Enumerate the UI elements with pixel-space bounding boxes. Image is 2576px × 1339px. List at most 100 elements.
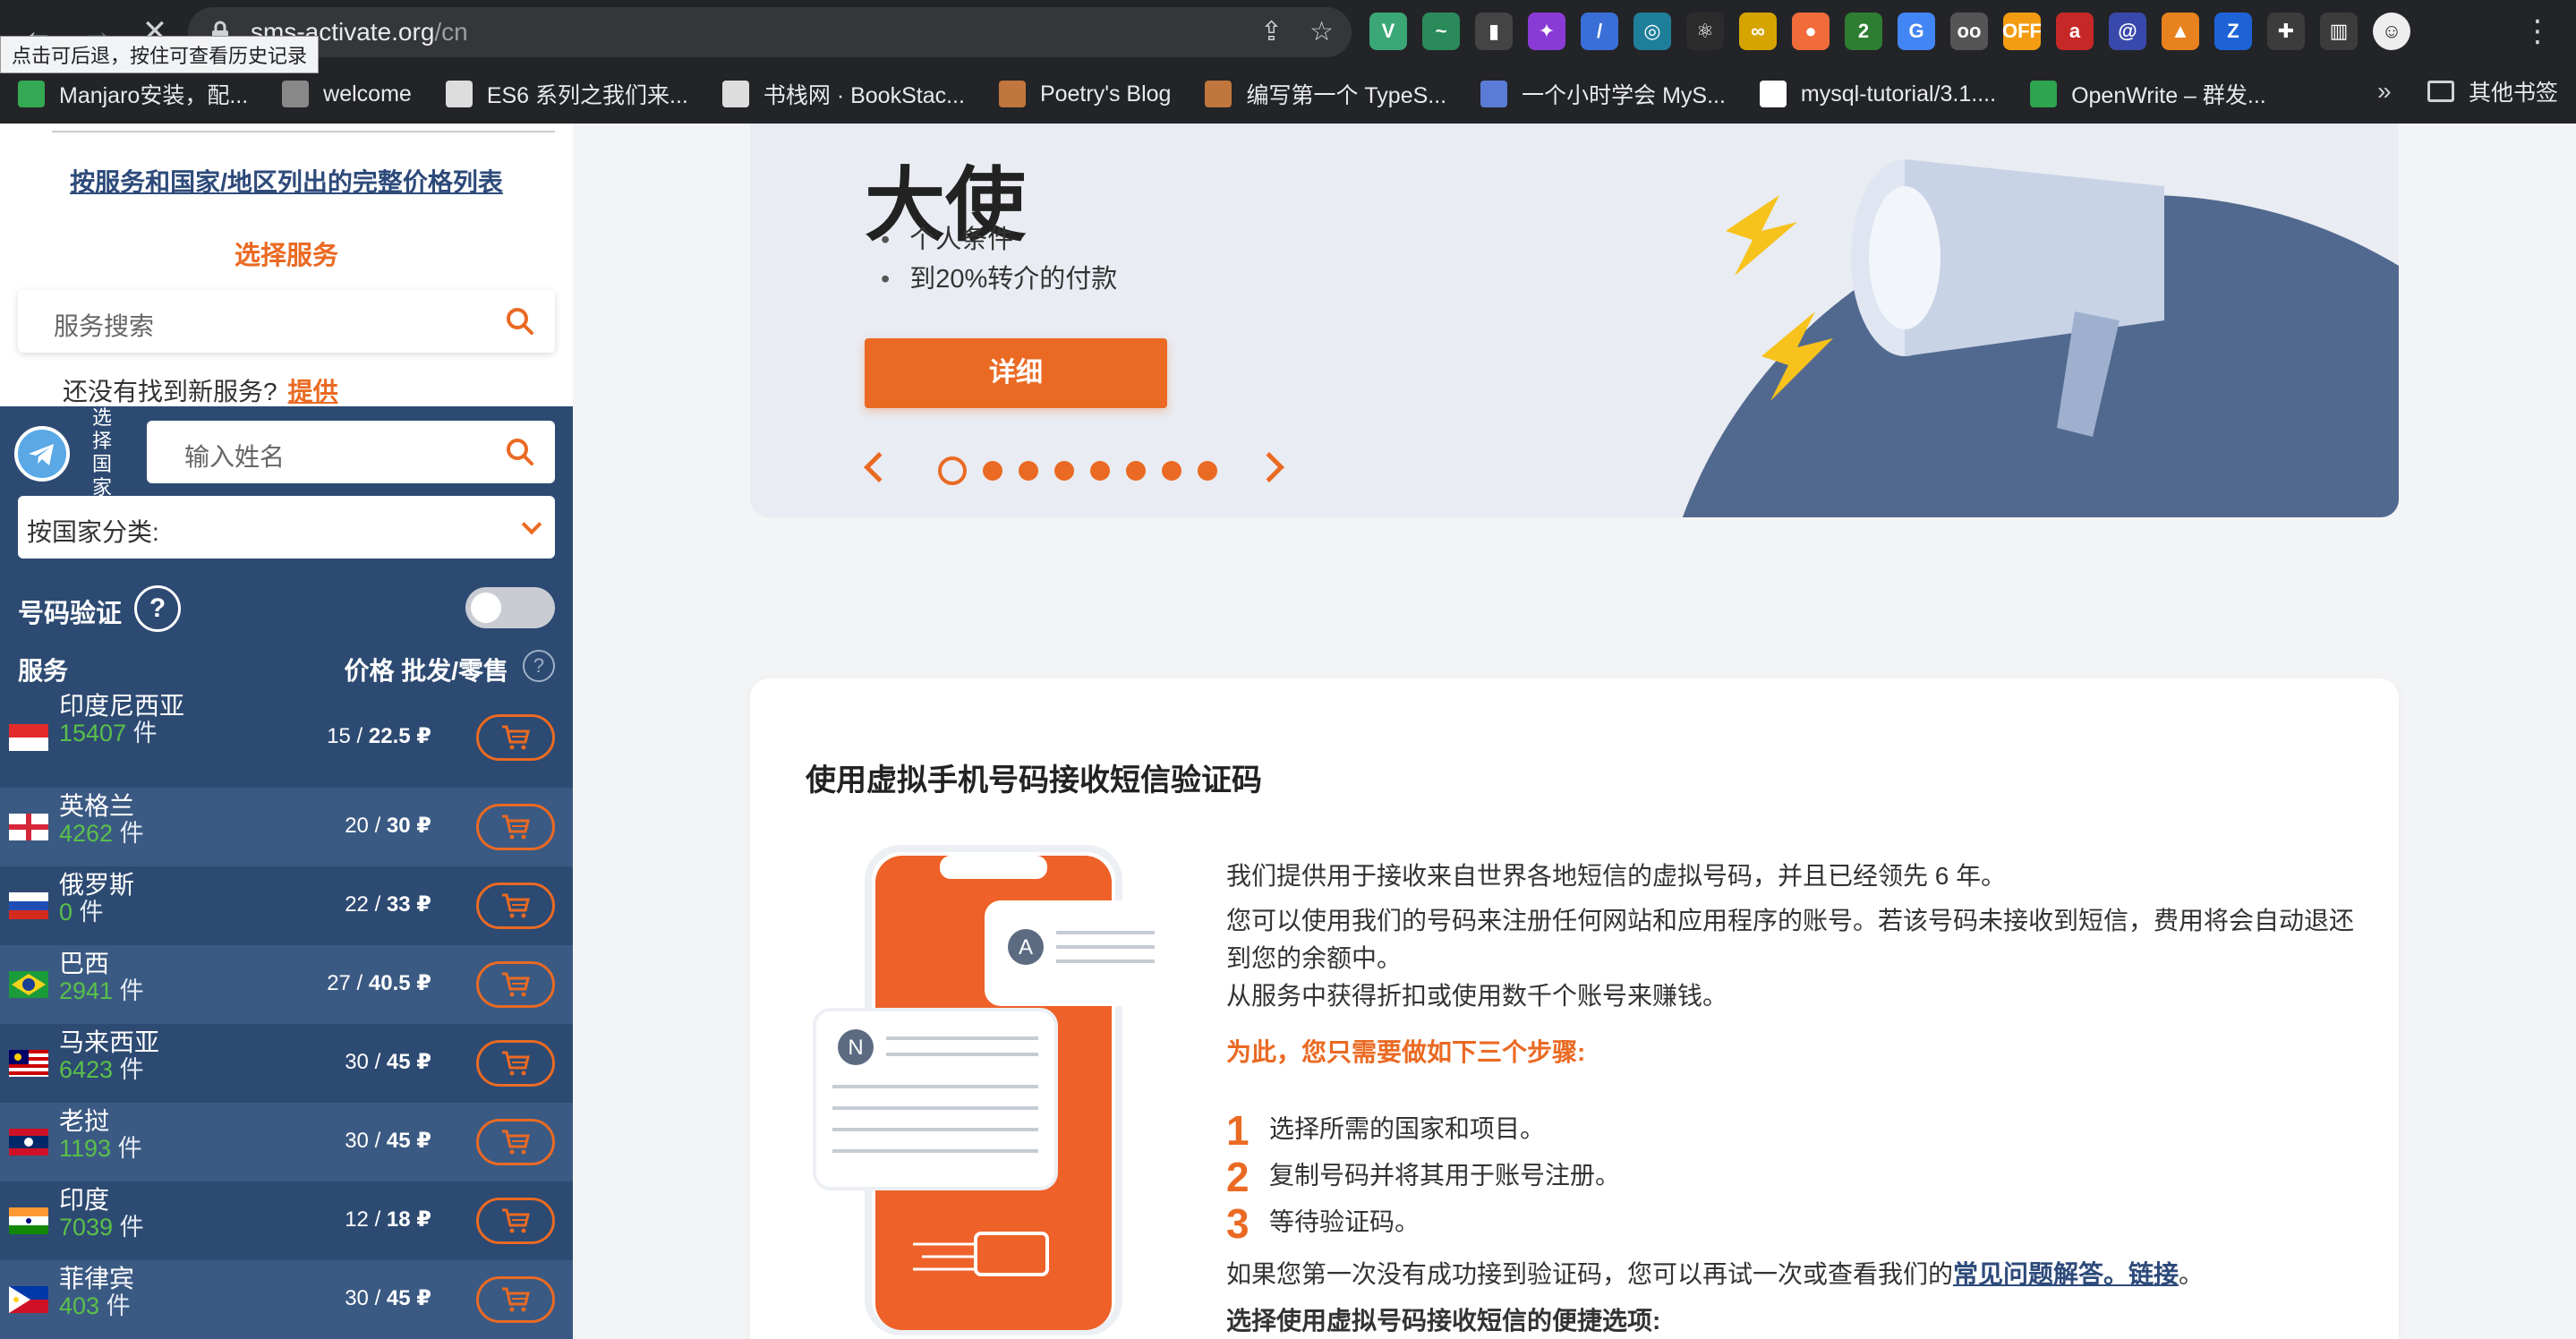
bookmark-item[interactable]: Poetry's Blog bbox=[998, 81, 1171, 107]
price-separator: / bbox=[368, 1286, 387, 1310]
bookmark-item[interactable]: ES6 系列之我们来... bbox=[445, 78, 688, 110]
network-icon[interactable]: 2 bbox=[1845, 13, 1882, 50]
help-icon[interactable]: ? bbox=[134, 585, 181, 632]
count-spacer bbox=[99, 1292, 107, 1319]
bookmark-item[interactable]: 一个小时学会 MyS... bbox=[1480, 78, 1726, 110]
carousel-dot[interactable] bbox=[1162, 461, 1181, 481]
currency-symbol: ₽ bbox=[416, 1207, 431, 1232]
bookmarks-bar: Manjaro安装，配... welcome ES6 系列之我们来... 书栈网 · … bbox=[0, 64, 2576, 124]
buy-cart-button[interactable] bbox=[476, 804, 555, 850]
country-count: 15407 件 bbox=[59, 720, 184, 746]
country-row[interactable]: 印度 7039 件 12 / 18 ₽ bbox=[0, 1181, 573, 1260]
orange-ext-icon[interactable]: ● bbox=[1792, 13, 1830, 50]
bubble-a-letter: A bbox=[1019, 935, 1033, 959]
country-row[interactable]: 俄罗斯 0 件 22 / 33 ₽ bbox=[0, 866, 573, 945]
faq-link[interactable]: 常见问题解答。链接 bbox=[1953, 1260, 2179, 1288]
price-list-link[interactable]: 按服务和国家/地区列出的完整价格列表 bbox=[0, 163, 573, 199]
telegram-icon[interactable] bbox=[14, 426, 70, 482]
card-title: 使用虚拟手机号码接收短信验证码 bbox=[806, 763, 1262, 797]
service-search-input[interactable]: 服务搜索 bbox=[18, 290, 555, 353]
react-icon[interactable]: ⚛ bbox=[1686, 13, 1724, 50]
count-unit: 件 bbox=[119, 1056, 144, 1083]
bookmark-favicon-icon bbox=[445, 81, 473, 107]
buy-cart-button[interactable] bbox=[476, 1276, 555, 1323]
carousel-dot[interactable] bbox=[1198, 461, 1217, 481]
at-icon[interactable]: @ bbox=[2109, 13, 2146, 50]
bookmark-item[interactable]: welcome bbox=[282, 81, 412, 107]
star-bookmark-icon[interactable]: ☆ bbox=[1309, 16, 1334, 47]
z-icon[interactable]: Z bbox=[2214, 13, 2252, 50]
bookmark-item[interactable]: 书栈网 · BookStac... bbox=[721, 78, 965, 110]
country-row[interactable]: 菲律宾 403 件 30 / 45 ₽ bbox=[0, 1260, 573, 1339]
carousel-prev-icon[interactable] bbox=[864, 452, 894, 482]
verification-toggle[interactable] bbox=[465, 587, 555, 628]
search-icon[interactable] bbox=[505, 306, 535, 337]
price-help-icon[interactable]: ? bbox=[523, 650, 555, 682]
carousel-dot[interactable] bbox=[983, 461, 1002, 481]
buy-cart-button[interactable] bbox=[476, 714, 555, 761]
currency-symbol: ₽ bbox=[416, 1050, 431, 1074]
country-price: 15 / 22.5 ₽ bbox=[327, 723, 431, 749]
buy-cart-button[interactable] bbox=[476, 1119, 555, 1165]
carousel-dot[interactable] bbox=[1019, 461, 1038, 481]
bookmark-item[interactable]: Manjaro安装，配... bbox=[18, 78, 248, 110]
address-bar[interactable]: sms-activate.org/cn ⇪ ☆ bbox=[188, 7, 1352, 57]
sidebar-icon[interactable]: ▥ bbox=[2320, 13, 2358, 50]
carousel-next-icon[interactable] bbox=[1254, 452, 1284, 482]
count-spacer bbox=[111, 1135, 118, 1162]
country-list: 印度尼西亚 15407 件 15 / 22.5 ₽ 英格兰 4262 件 20 / 30 … bbox=[0, 687, 573, 1339]
search-icon[interactable] bbox=[505, 437, 535, 467]
buy-cart-button[interactable] bbox=[476, 1040, 555, 1087]
buy-cart-button[interactable] bbox=[476, 1198, 555, 1244]
country-sort-select[interactable]: 按国家分类: bbox=[18, 496, 555, 559]
cart-icon bbox=[502, 725, 530, 750]
bookmark-label: mysql-tutorial/3.1.... bbox=[1800, 81, 1997, 107]
carousel-dot[interactable] bbox=[1090, 461, 1110, 481]
carousel-dot[interactable] bbox=[938, 456, 967, 485]
buy-cart-button[interactable] bbox=[476, 961, 555, 1008]
wholesale-price: 20 bbox=[345, 814, 369, 838]
country-row[interactable]: 巴西 2941 件 27 / 40.5 ₽ bbox=[0, 945, 573, 1024]
buy-cart-button[interactable] bbox=[476, 883, 555, 929]
bookmark-ext-icon[interactable]: ▮ bbox=[1475, 13, 1513, 50]
translate-icon[interactable]: G bbox=[1898, 13, 1935, 50]
card-description: 我们提供用于接收来自世界各地短信的虚拟号码，并且已经领先 6 年。 您可以使用我… bbox=[1226, 857, 2372, 1015]
country-row[interactable]: 老挝 1193 件 30 / 45 ₽ bbox=[0, 1103, 573, 1181]
country-name: 菲律宾 bbox=[59, 1265, 135, 1292]
share-icon[interactable]: ⇪ bbox=[1260, 16, 1283, 47]
carousel-dot[interactable] bbox=[1054, 461, 1074, 481]
pinwheel-icon[interactable]: ✦ bbox=[1528, 13, 1565, 50]
retail-price: 18 bbox=[386, 1207, 411, 1232]
country-flag-icon bbox=[9, 971, 48, 998]
bookmark-item[interactable]: OpenWrite – 群发... bbox=[2030, 78, 2266, 110]
country-name: 印度 bbox=[59, 1186, 110, 1214]
profile-avatar[interactable]: ☺ bbox=[2373, 13, 2410, 50]
puzzle-icon[interactable]: ✚ bbox=[2267, 13, 2305, 50]
count-number: 4262 bbox=[59, 820, 114, 847]
infinity-icon[interactable]: ∞ bbox=[1739, 13, 1777, 50]
bookmark-item[interactable]: 编写第一个 TypeS... bbox=[1205, 78, 1446, 110]
currency-symbol: ₽ bbox=[416, 1286, 431, 1310]
feather-icon[interactable]: / bbox=[1581, 13, 1618, 50]
details-button[interactable]: 详细 bbox=[865, 338, 1167, 408]
fox-icon[interactable]: ▲ bbox=[2162, 13, 2199, 50]
country-name-input[interactable]: 输入姓名 bbox=[147, 421, 555, 483]
bookmark-favicon-icon bbox=[1480, 81, 1508, 107]
faq-text: 如果您第一次没有成功接到验证码，您可以再试一次或查看我们的 bbox=[1226, 1260, 1954, 1288]
wave-icon[interactable]: ~ bbox=[1422, 13, 1460, 50]
vue-icon[interactable]: V bbox=[1369, 13, 1407, 50]
globe-icon[interactable]: ◎ bbox=[1633, 13, 1671, 50]
off-icon[interactable]: OFF bbox=[2002, 13, 2042, 50]
country-sort-label: 按国家分类: bbox=[27, 518, 159, 546]
country-row[interactable]: 英格兰 4262 件 20 / 30 ₽ bbox=[0, 788, 573, 866]
reader-icon[interactable]: oo bbox=[1950, 13, 1988, 50]
menu-kebab-icon[interactable]: ⋮ bbox=[2515, 9, 2560, 54]
info-card: 使用虚拟手机号码接收短信验证码 A N 我们提供用于接收来自世界各地短信的虚拟号… bbox=[750, 678, 2399, 1339]
carousel-dot[interactable] bbox=[1126, 461, 1146, 481]
count-number: 0 bbox=[59, 899, 73, 925]
suggest-service-link[interactable]: 提供 bbox=[288, 378, 338, 405]
red-ext-icon[interactable]: a bbox=[2056, 13, 2094, 50]
bookmark-item[interactable]: mysql-tutorial/3.1.... bbox=[1759, 81, 1997, 107]
country-row[interactable]: 马来西亚 6423 件 30 / 45 ₽ bbox=[0, 1024, 573, 1103]
country-row[interactable]: 印度尼西亚 15407 件 15 / 22.5 ₽ bbox=[0, 687, 573, 788]
